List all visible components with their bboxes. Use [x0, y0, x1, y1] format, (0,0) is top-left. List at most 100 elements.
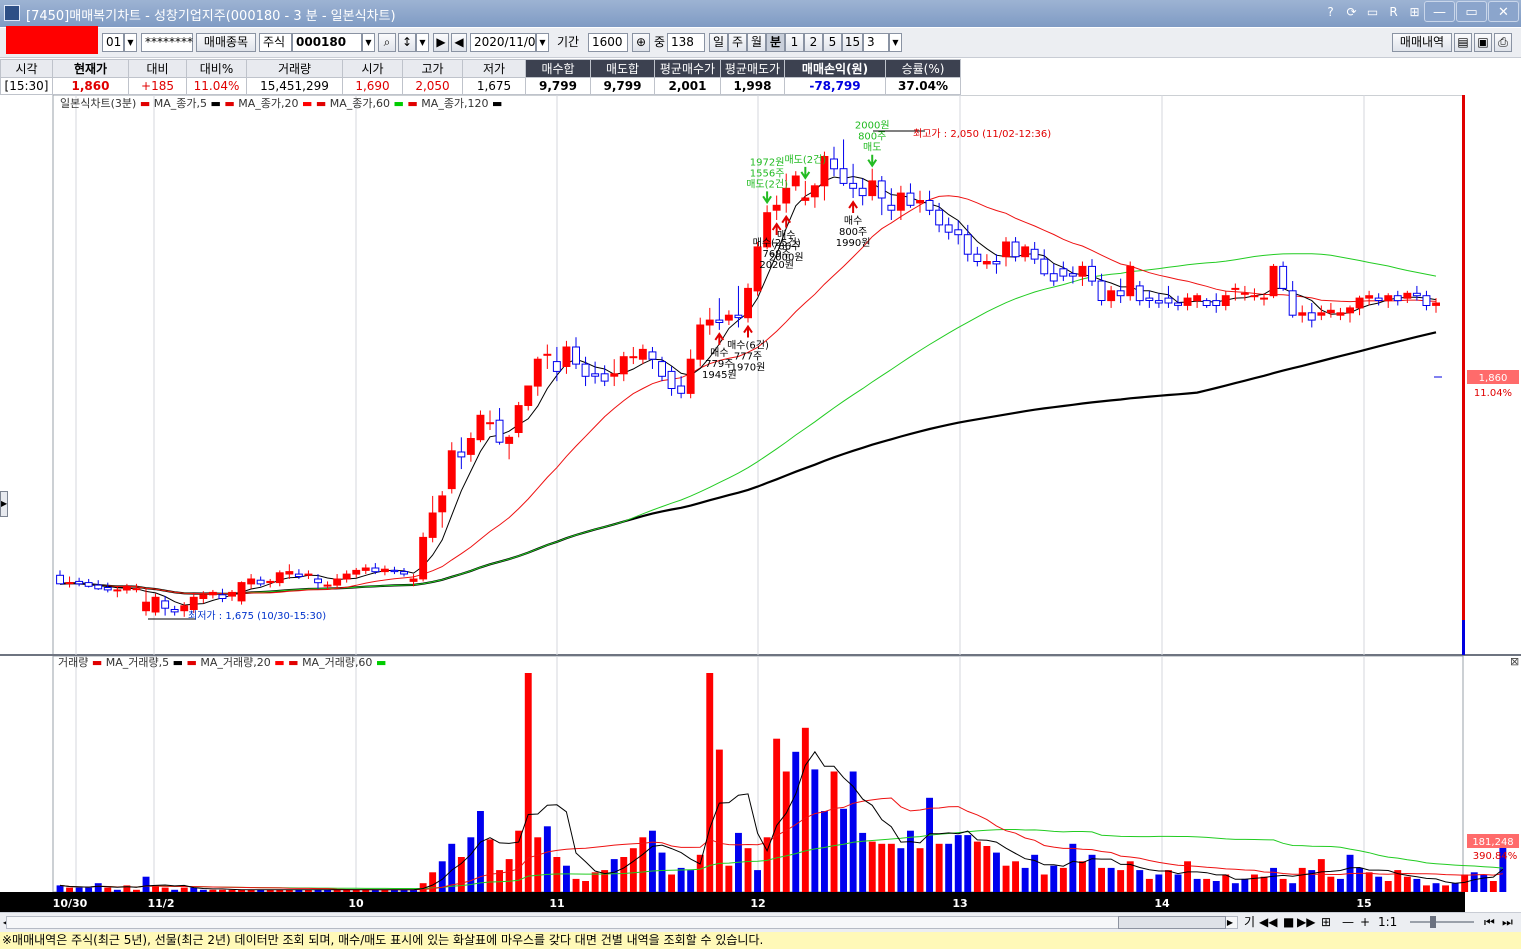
value-open: 1,690 — [342, 77, 403, 95]
interval-day-button[interactable]: 일 — [709, 33, 728, 52]
mid-label: 중 — [654, 35, 666, 49]
volume-bar — [1432, 883, 1440, 892]
interval-month-button[interactable]: 월 — [747, 33, 766, 52]
sort-icon[interactable]: ↕ — [398, 33, 416, 52]
folder-icon[interactable]: ▤ — [1454, 33, 1472, 52]
time-label: 10/30 — [53, 897, 88, 910]
search-icon[interactable]: ⌕ — [378, 33, 396, 52]
app-icon — [4, 5, 20, 21]
sort-dropdown-icon[interactable]: ▼ — [416, 33, 429, 52]
volume-bar — [1012, 861, 1019, 892]
zoom-slider-handle[interactable] — [1430, 916, 1436, 928]
value-avg-sell: 1,998 — [720, 77, 785, 95]
volume-bar — [1136, 870, 1144, 892]
status-message: ※매매내역은 주식(최근 5년), 선물(최근 2년) 데이터만 조회 되며, … — [0, 932, 1521, 949]
scroll-last-icon[interactable]: ⏭ — [1502, 915, 1513, 930]
volume-bar — [1403, 876, 1411, 892]
volume-bar — [477, 811, 484, 892]
stock-code-dropdown-icon[interactable]: ▼ — [362, 33, 375, 52]
value-price: 1,860 — [52, 77, 129, 95]
zoom-slider[interactable] — [1410, 921, 1474, 923]
save-icon[interactable]: ▣ — [1474, 33, 1492, 52]
volume-bar — [1145, 878, 1153, 892]
volume-bar — [926, 797, 933, 892]
volume-bar — [543, 826, 551, 892]
volume-bar — [1298, 867, 1306, 892]
window-controls: — ▭ ✕ — [1424, 1, 1519, 22]
header-high: 고가 — [402, 59, 463, 78]
interval-dropdown-icon[interactable]: ▼ — [889, 33, 902, 52]
current-volume-tag: 181,248 390.84% — [1467, 834, 1519, 862]
mid-field[interactable]: 138 — [667, 33, 705, 52]
volume-bar — [610, 859, 618, 892]
volume-bar — [534, 837, 542, 893]
stop-icon[interactable]: ■ — [1283, 915, 1294, 930]
interval-2-button[interactable]: 2 — [804, 33, 823, 52]
scroll-track[interactable] — [6, 916, 1238, 929]
interval-field[interactable]: 3 — [863, 33, 889, 52]
scroll-right-icon[interactable]: ▶ — [1224, 916, 1236, 929]
password-field[interactable]: ******** — [141, 33, 193, 52]
stock-code-field[interactable]: 000180 — [292, 33, 362, 52]
window-title: [7450]매매복기차트 - 성창기업지주(000180 - 3 분 - 일본식… — [26, 9, 396, 24]
interval-week-button[interactable]: 주 — [728, 33, 747, 52]
chart-canvas[interactable]: 일본식차트(3분) ▬ MA_종가,5 ▬ ▬ MA_종가,20 ▬ ▬ MA_… — [0, 95, 1521, 895]
candle — [514, 401, 523, 438]
header-avg-buy: 평균매수가 — [654, 59, 721, 78]
refresh-icon[interactable]: ⟳ — [1343, 4, 1360, 21]
zoom-in-icon[interactable]: + — [1360, 915, 1370, 930]
zoom-out-icon[interactable]: — — [1342, 915, 1354, 930]
trade-items-button[interactable]: 매매종목 — [196, 33, 256, 52]
volume-bar — [1222, 874, 1230, 892]
price-legend: 일본식차트(3분) ▬ MA_종가,5 ▬ ▬ MA_종가,20 ▬ ▬ MA_… — [60, 96, 502, 110]
volume-bar — [1117, 870, 1125, 892]
r-icon[interactable]: R — [1385, 4, 1402, 21]
maximize-icon[interactable]: ▭ — [1456, 1, 1487, 22]
help-icon[interactable]: ? — [1322, 4, 1339, 21]
fast-forward-icon[interactable]: ▶▶ — [1297, 915, 1315, 930]
volume-bar — [821, 811, 828, 892]
close-icon[interactable]: ✕ — [1488, 1, 1519, 22]
volume-bar — [1241, 878, 1249, 892]
date-dropdown-icon[interactable]: ▼ — [536, 33, 549, 52]
back-icon[interactable]: ◀ — [451, 33, 467, 52]
volume-bar — [582, 881, 589, 892]
trade-history-button[interactable]: 매매내역 — [1392, 33, 1452, 52]
volume-bar — [1231, 883, 1239, 892]
fit-icon[interactable]: ⊞ — [1321, 915, 1331, 930]
account-suffix-field[interactable]: 01 — [102, 33, 124, 52]
volume-bar — [830, 771, 838, 892]
scroll-first-icon[interactable]: ⏮ — [1484, 915, 1495, 930]
period-label: 기간 — [557, 35, 580, 49]
base-button[interactable]: 기 — [1244, 915, 1255, 930]
settings-icon[interactable]: ⊕ — [632, 33, 650, 52]
svg-text:매도(2건): 매도(2건) — [746, 178, 788, 190]
grid-icon[interactable]: ⊞ — [1406, 4, 1423, 21]
volume-bar — [1203, 878, 1211, 892]
play-icon[interactable]: ▶ — [433, 33, 449, 52]
close-volume-panel-icon[interactable]: ⊠ — [1510, 655, 1519, 668]
volume-bar — [1079, 861, 1086, 892]
period-field[interactable]: 1600 — [588, 33, 628, 52]
zoom-reset-button[interactable]: 1:1 — [1378, 915, 1397, 930]
svg-text:1,860: 1,860 — [1479, 373, 1508, 384]
print-icon[interactable]: ⎙ — [1494, 33, 1512, 52]
interval-minute-button[interactable]: 분 — [766, 33, 785, 52]
volume-bar — [1423, 885, 1430, 892]
svg-text:최저가 : 1,675 (10/30-15:30): 최저가 : 1,675 (10/30-15:30) — [188, 610, 326, 622]
rewind-icon[interactable]: ◀◀ — [1259, 915, 1277, 930]
scroll-thumb[interactable] — [1118, 916, 1226, 929]
volume-bar — [486, 839, 494, 892]
account-dropdown-icon[interactable]: ▼ — [124, 33, 137, 52]
minimize-icon[interactable]: — — [1424, 1, 1455, 22]
volume-bar — [1365, 872, 1373, 892]
svg-text:800주: 800주 — [839, 227, 867, 238]
window-icon[interactable]: ▭ — [1364, 4, 1381, 21]
date-field[interactable]: 2020/11/02 — [470, 33, 543, 52]
interval-1-button[interactable]: 1 — [785, 33, 804, 52]
stock-type-field[interactable]: 주식 — [259, 33, 292, 52]
volume-bar — [1021, 867, 1029, 892]
interval-5-button[interactable]: 5 — [823, 33, 842, 52]
interval-15-button[interactable]: 15 — [842, 33, 863, 52]
value-change: +185 — [128, 77, 187, 95]
